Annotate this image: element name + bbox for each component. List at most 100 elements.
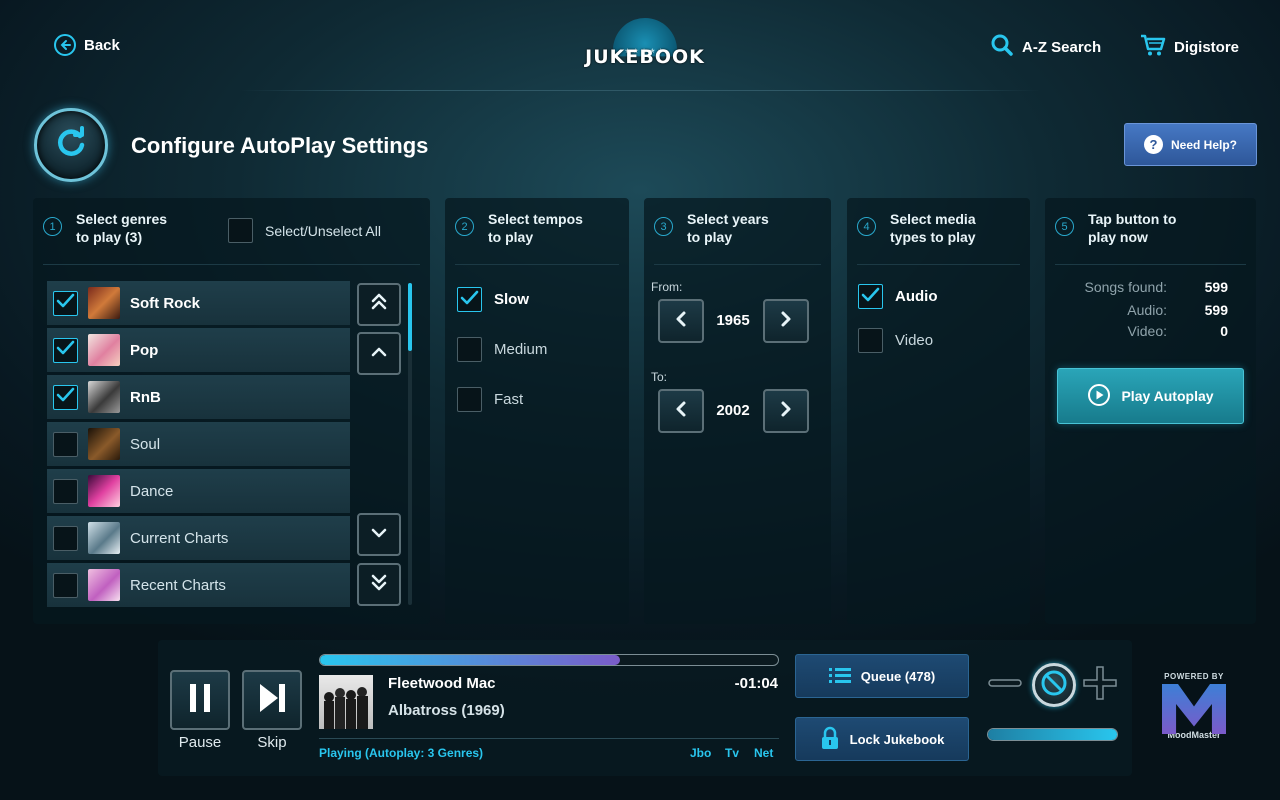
media-title: Select media types to play: [890, 211, 976, 245]
scroll-up-button[interactable]: [357, 332, 401, 375]
genre-checkbox[interactable]: [53, 384, 78, 410]
songs-found-value: 599: [1204, 279, 1228, 295]
divider: [1055, 264, 1246, 265]
double-chevron-up-icon: [370, 292, 388, 317]
genre-label: Soft Rock: [130, 294, 201, 312]
genre-checkbox[interactable]: [53, 337, 78, 363]
genre-row-soft-rock[interactable]: Soft Rock: [47, 281, 350, 325]
to-year-increase-button[interactable]: [763, 389, 809, 433]
step-number: 4: [857, 217, 876, 236]
az-search-label: A-Z Search: [1022, 38, 1102, 56]
genre-thumbnail: [88, 522, 120, 554]
genre-checkbox[interactable]: [53, 431, 78, 457]
queue-button[interactable]: Queue (478): [795, 654, 969, 698]
years-panel: 3 Select years to play From: 1965 To: 20…: [644, 198, 831, 624]
digistore-button[interactable]: Digistore: [1140, 33, 1239, 61]
media-option-video[interactable]: Video: [858, 328, 933, 353]
from-label: From:: [651, 280, 683, 294]
tempo-checkbox[interactable]: [457, 387, 482, 412]
genre-checkbox[interactable]: [53, 525, 78, 551]
tempo-checkbox[interactable]: [457, 287, 482, 312]
need-help-button[interactable]: ? Need Help?: [1124, 123, 1257, 166]
select-all-toggle[interactable]: Select/Unselect All: [228, 218, 381, 243]
tempo-checkbox[interactable]: [457, 337, 482, 362]
media-checkbox[interactable]: [858, 284, 883, 309]
genre-thumbnail: [88, 569, 120, 601]
genre-thumbnail: [88, 381, 120, 413]
chevron-right-icon: [780, 310, 792, 333]
track-progress-fill: [320, 655, 620, 665]
genre-label: RnB: [130, 388, 161, 406]
genre-row-soul[interactable]: Soul: [47, 422, 350, 466]
from-year-increase-button[interactable]: [763, 299, 809, 343]
volume-down-button[interactable]: [986, 666, 1024, 704]
genre-scrollbar-thumb[interactable]: [408, 283, 412, 351]
genre-row-recent-charts[interactable]: Recent Charts: [47, 563, 350, 607]
from-year-decrease-button[interactable]: [658, 299, 704, 343]
genres-header: 1 Select genres to play (3): [43, 210, 167, 246]
cart-icon: [1140, 33, 1166, 61]
media-checkbox[interactable]: [858, 328, 883, 353]
genre-row-current-charts[interactable]: Current Charts: [47, 516, 350, 560]
remaining-time: -01:04: [734, 675, 778, 692]
genre-label: Recent Charts: [130, 576, 226, 594]
genre-row-dance[interactable]: Dance: [47, 469, 350, 513]
logo-text: JUKEBOOK: [585, 46, 705, 68]
lock-jukebook-button[interactable]: Lock Jukebook: [795, 717, 969, 761]
to-year-decrease-button[interactable]: [658, 389, 704, 433]
to-year-value: 2002: [716, 402, 750, 419]
genre-checkbox[interactable]: [53, 572, 78, 598]
mute-button[interactable]: [1032, 663, 1076, 707]
genre-row-rnb[interactable]: RnB: [47, 375, 350, 419]
genre-thumbnail: [88, 428, 120, 460]
video-count-label: Video:: [1127, 323, 1167, 339]
digistore-label: Digistore: [1174, 38, 1240, 56]
back-button[interactable]: Back: [54, 34, 120, 56]
tempo-label: Fast: [494, 391, 524, 408]
jukebook-logo: ★★★★★ JUKEBOOK: [578, 16, 712, 76]
genre-row-pop[interactable]: Pop: [47, 328, 350, 372]
play-autoplay-label: Play Autoplay: [1121, 388, 1214, 404]
divider: [857, 264, 1020, 265]
checkmark-icon: [460, 290, 479, 310]
volume-up-button[interactable]: [1081, 665, 1119, 704]
az-search-button[interactable]: A-Z Search: [990, 33, 1101, 61]
jbo-tag[interactable]: Jbo: [690, 746, 711, 760]
track-progress-bar[interactable]: [319, 654, 779, 666]
genre-label: Pop: [130, 341, 159, 359]
pause-button[interactable]: [170, 670, 230, 730]
audio-count-label: Audio:: [1127, 302, 1167, 318]
checkmark-icon: [861, 287, 880, 307]
scroll-to-bottom-button[interactable]: [357, 563, 401, 606]
question-icon: ?: [1143, 135, 1163, 154]
queue-label: Queue (478): [860, 668, 936, 684]
scroll-to-top-button[interactable]: [357, 283, 401, 326]
refresh-icon: [54, 125, 88, 165]
tempo-option-medium[interactable]: Medium: [457, 337, 547, 362]
tempos-panel: 2 Select tempos to play Slow Medium Fast: [445, 198, 629, 624]
media-option-audio[interactable]: Audio: [858, 284, 938, 309]
genre-checkbox[interactable]: [53, 478, 78, 504]
skip-button[interactable]: [242, 670, 302, 730]
genre-checkbox[interactable]: [53, 290, 78, 316]
tempo-option-fast[interactable]: Fast: [457, 387, 523, 412]
tempo-label: Medium: [494, 341, 548, 358]
chevron-right-icon: [780, 400, 792, 423]
back-label: Back: [84, 36, 120, 54]
select-all-label: Select/Unselect All: [265, 222, 381, 239]
scroll-down-button[interactable]: [357, 513, 401, 556]
tempo-option-slow[interactable]: Slow: [457, 287, 529, 312]
mute-icon: [1040, 669, 1068, 702]
volume-fill: [988, 729, 1117, 740]
net-tag[interactable]: Net: [754, 746, 773, 760]
volume-slider[interactable]: [987, 728, 1118, 741]
play-autoplay-button[interactable]: Play Autoplay: [1057, 368, 1244, 424]
step-number: 3: [654, 217, 673, 236]
pause-icon: [187, 682, 213, 719]
select-all-checkbox[interactable]: [228, 218, 253, 243]
tv-tag[interactable]: Tv: [725, 746, 739, 760]
play-title: Tap button to play now: [1088, 211, 1177, 245]
genre-label: Dance: [130, 482, 174, 500]
divider: [319, 738, 779, 739]
songs-found-label: Songs found:: [1084, 279, 1167, 295]
